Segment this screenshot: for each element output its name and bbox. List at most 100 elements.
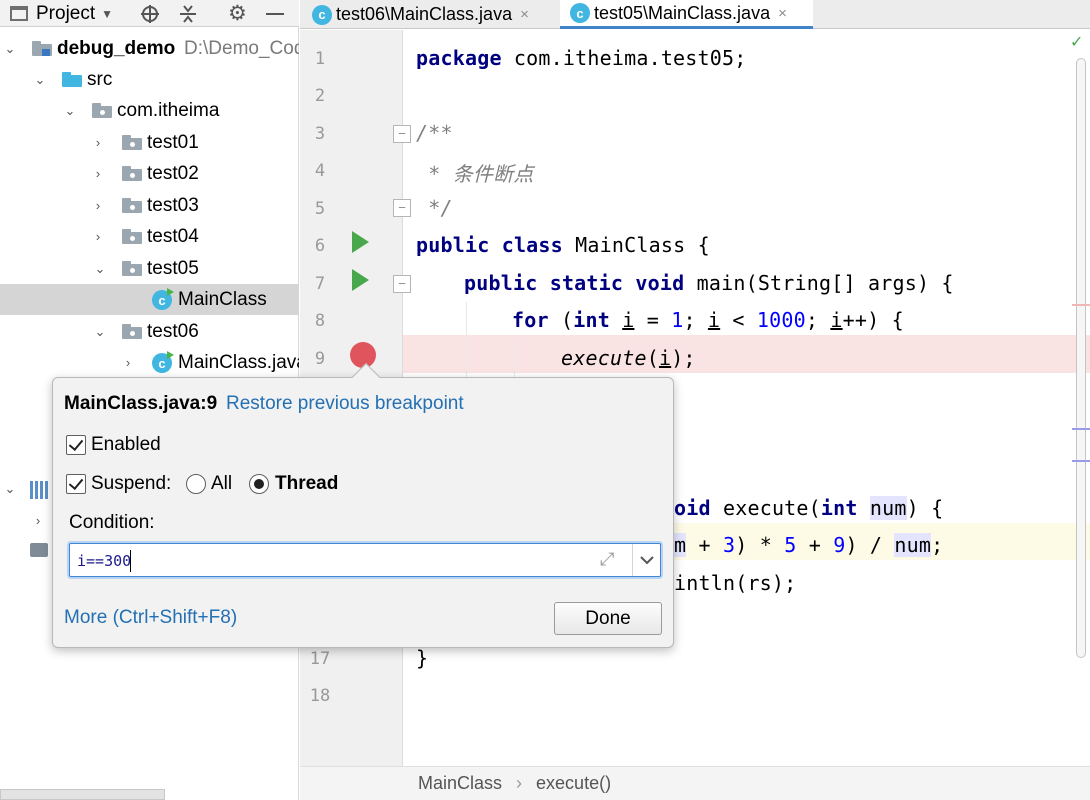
history-dropdown[interactable] — [632, 544, 660, 576]
suspend-thread-label: Thread — [275, 473, 339, 494]
line-number: 17 — [309, 649, 331, 669]
code-text: MainClass { — [562, 233, 710, 257]
expand-editor-icon[interactable]: ⤢ — [600, 549, 614, 570]
fold-collapse-icon[interactable]: − — [393, 275, 411, 293]
module-folder-icon — [32, 41, 52, 56]
code-text: ( — [646, 346, 659, 370]
chevron-down-icon[interactable]: ⌄ — [92, 324, 108, 340]
chevron-right-icon[interactable]: › — [90, 229, 106, 245]
code-keyword: public — [416, 233, 490, 257]
project-view-selector[interactable]: Project ▼ — [10, 0, 113, 27]
enabled-checkbox[interactable] — [66, 435, 86, 455]
code-line-8: for (int i = 1; i < 1000; i++) { — [512, 308, 904, 332]
package-icon — [122, 198, 142, 213]
class-icon: c — [152, 351, 174, 373]
hide-panel-button[interactable] — [266, 0, 284, 27]
breakpoint-line-highlight — [403, 335, 1090, 373]
code-text: ; — [805, 308, 831, 332]
code-keyword: public — [464, 271, 538, 295]
code-text: ) { — [906, 496, 944, 520]
code-text: = — [634, 308, 672, 332]
suspend-label: Suspend: — [91, 473, 172, 494]
chevron-right-icon[interactable]: › — [90, 198, 106, 214]
code-line-15: intln(rs); — [674, 571, 796, 595]
code-number: 9 — [833, 533, 846, 557]
tab-label: test06\MainClass.java — [336, 4, 513, 24]
tree-item-label: test06 — [147, 320, 199, 342]
project-view-label: Project — [36, 2, 96, 24]
more-options-link[interactable]: More (Ctrl+Shift+F8) — [64, 607, 237, 629]
tree-item-label: MainClass.java — [178, 351, 299, 373]
code-number: 5 — [784, 533, 797, 557]
tree-item-src[interactable]: ⌄ src — [0, 64, 299, 95]
condition-input[interactable]: i==300 ⤢ — [69, 543, 661, 577]
suspend-all-radio[interactable] — [186, 474, 206, 494]
collapse-icon — [180, 4, 196, 23]
code-keyword: package — [416, 46, 502, 70]
fold-collapse-icon[interactable]: − — [393, 125, 411, 143]
chevron-right-icon[interactable]: › — [120, 355, 136, 371]
done-button[interactable]: Done — [554, 602, 662, 635]
code-text: + — [686, 533, 723, 557]
tree-item-test01[interactable]: › test01 — [0, 127, 299, 158]
tree-item-label: src — [87, 68, 113, 90]
tree-item-package[interactable]: ⌄ com.itheima — [0, 95, 299, 126]
code-parameter: m — [674, 533, 687, 557]
chevron-down-icon[interactable]: ⌄ — [2, 41, 18, 57]
chevron-right-icon[interactable]: › — [30, 512, 46, 528]
chevron-down-icon[interactable]: ⌄ — [2, 481, 18, 497]
tab-test06-mainclass[interactable]: c test06\MainClass.java × — [312, 0, 552, 29]
code-variable: i — [830, 308, 843, 332]
tab-test05-mainclass[interactable]: c test05\MainClass.java × — [560, 0, 813, 29]
code-text: ); — [671, 346, 696, 370]
run-class-icon[interactable] — [352, 231, 369, 253]
package-icon — [122, 324, 142, 339]
tree-item-test04[interactable]: › test04 — [0, 221, 299, 252]
line-number: 9 — [314, 349, 326, 369]
tree-item-label: com.itheima — [117, 99, 220, 121]
tree-item-label: test01 — [147, 131, 199, 153]
tree-item-module[interactable]: ⌄ debug_demo D:\Demo_Code — [0, 33, 299, 64]
tree-item-test02[interactable]: › test02 — [0, 158, 299, 189]
code-number: 3 — [722, 533, 736, 557]
editor-scrollbar[interactable]: ✓ — [1070, 30, 1090, 766]
chevron-down-icon[interactable]: ⌄ — [62, 103, 78, 119]
tree-item-mainclass-test05[interactable]: c MainClass — [0, 284, 299, 315]
restore-breakpoint-link[interactable]: Restore previous breakpoint — [226, 393, 464, 415]
run-main-icon[interactable] — [352, 269, 369, 291]
settings-button[interactable]: ⚙ — [228, 0, 247, 27]
breadcrumb-method[interactable]: execute() — [536, 773, 611, 794]
horizontal-scrollbar[interactable] — [0, 789, 165, 800]
locate-file-button[interactable] — [140, 0, 160, 27]
code-number: 1 — [671, 308, 684, 332]
chevron-right-icon[interactable]: › — [90, 135, 106, 151]
suspend-thread-radio[interactable] — [249, 474, 269, 494]
chevron-right-icon[interactable]: › — [90, 166, 106, 182]
close-icon[interactable]: × — [778, 5, 787, 22]
source-folder-icon — [62, 72, 82, 87]
package-icon — [122, 135, 142, 150]
chevron-down-icon[interactable]: ⌄ — [32, 72, 48, 88]
code-keyword: class — [501, 233, 563, 257]
gear-icon: ⚙ — [228, 2, 247, 25]
tree-item-test05[interactable]: ⌄ test05 — [0, 253, 299, 284]
code-keyword: void — [635, 271, 685, 295]
close-icon[interactable]: × — [520, 6, 529, 23]
code-text: + — [796, 533, 834, 557]
libraries-icon — [30, 481, 50, 499]
collapse-all-button[interactable] — [178, 0, 198, 27]
suspend-checkbox[interactable] — [66, 474, 86, 494]
tree-item-mainclass-test06[interactable]: › c MainClass.java — [0, 347, 299, 378]
tree-item-label: test02 — [147, 162, 199, 184]
tree-item-test03[interactable]: › test03 — [0, 190, 299, 221]
tree-item-label: test05 — [147, 257, 199, 279]
project-view-icon — [10, 6, 28, 21]
module-name: debug_demo — [57, 37, 176, 59]
code-keyword: static — [549, 271, 624, 295]
scroll-thumb[interactable] — [1076, 58, 1086, 658]
breakpoint-location: MainClass.java:9 — [64, 393, 218, 414]
chevron-down-icon[interactable]: ⌄ — [92, 261, 108, 277]
fold-collapse-icon[interactable]: − — [393, 199, 411, 217]
breadcrumb-class[interactable]: MainClass — [418, 773, 502, 794]
tree-item-test06[interactable]: ⌄ test06 — [0, 316, 299, 347]
